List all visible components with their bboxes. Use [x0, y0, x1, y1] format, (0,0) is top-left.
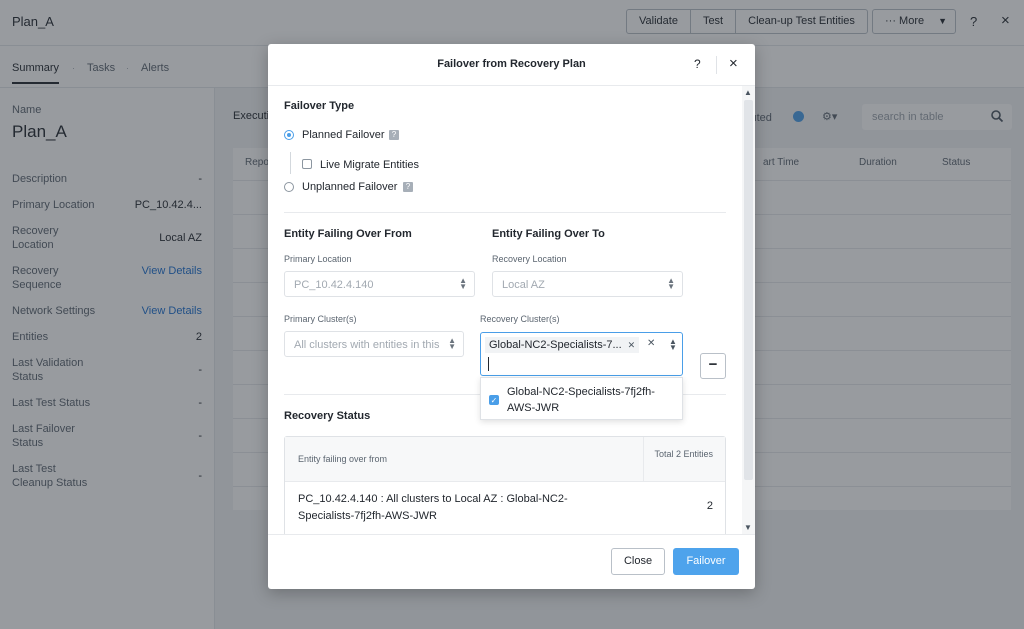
cluster-option-checkbox[interactable]: ✓	[489, 395, 499, 405]
dialog-title: Failover from Recovery Plan	[437, 58, 586, 70]
failover-type-title: Failover Type	[284, 100, 355, 112]
planned-failover-radio[interactable]	[284, 130, 294, 140]
scrollbar-thumb[interactable]	[744, 100, 753, 480]
recovery-cluster-dropdown: ✓ Global-NC2-Specialists-7fj2fh-AWS-JWR	[480, 377, 683, 420]
help-icon[interactable]: ?	[403, 182, 413, 192]
close-icon[interactable]: ×	[729, 55, 738, 72]
live-migrate-label: Live Migrate Entities	[320, 159, 420, 171]
recovery-cluster-label: Recovery Cluster(s)	[480, 314, 560, 324]
recovery-location-select[interactable]: Local AZ ▲ ▼	[492, 271, 683, 297]
remove-row-button[interactable]: −	[700, 353, 726, 379]
help-icon[interactable]: ?	[389, 130, 399, 140]
table-cell-entity: PC_10.42.4.140 : All clusters to Local A…	[298, 493, 568, 522]
chevron-down-icon[interactable]: ▼	[744, 523, 752, 532]
recovery-location-label: Recovery Location	[492, 254, 567, 264]
text-cursor	[488, 357, 489, 371]
dialog-body: Failover Type Planned Failover ? Live Mi…	[268, 86, 755, 534]
failover-button[interactable]: Failover	[673, 548, 739, 575]
planned-failover-label: Planned Failover	[302, 129, 385, 141]
recovery-cluster-multiselect[interactable]: Global-NC2-Specialists-7... ✕ ✕ ▲ ▼	[480, 332, 683, 376]
select-value: All clusters with entities in this	[294, 339, 440, 351]
clear-icon[interactable]: ✕	[647, 338, 655, 349]
table-cell-count: 2	[706, 500, 713, 512]
column-header: Total 2 Entities	[654, 449, 713, 459]
section-divider	[284, 212, 726, 213]
select-arrows-icon[interactable]: ▲ ▼	[669, 338, 677, 352]
failover-dialog: Failover from Recovery Plan ? × Failover…	[268, 44, 755, 589]
selected-cluster-chip: Global-NC2-Specialists-7... ✕	[485, 337, 640, 353]
close-button[interactable]: Close	[611, 548, 665, 575]
recovery-status-title: Recovery Status	[284, 410, 371, 422]
select-value: Local AZ	[502, 279, 545, 291]
select-value: PC_10.42.4.140	[294, 279, 374, 291]
column-header: Entity failing over from	[298, 454, 388, 464]
primary-location-label: Primary Location	[284, 254, 352, 264]
select-arrows-icon: ▲ ▼	[459, 276, 467, 291]
column-divider	[643, 437, 644, 482]
table-header: Entity failing over from Total 2 Entitie…	[285, 437, 725, 482]
dialog-footer: Close Failover	[268, 534, 755, 589]
select-arrows-icon: ▲ ▼	[667, 276, 675, 291]
remove-chip-icon[interactable]: ✕	[628, 340, 636, 350]
to-section-title: Entity Failing Over To	[492, 228, 605, 240]
chevron-up-icon[interactable]: ▲	[744, 88, 752, 97]
primary-location-select[interactable]: PC_10.42.4.140 ▲ ▼	[284, 271, 475, 297]
unplanned-failover-radio[interactable]	[284, 182, 294, 192]
indent-line	[290, 152, 291, 174]
dialog-scrollbar[interactable]: ▲ ▼	[742, 86, 755, 534]
unplanned-failover-label: Unplanned Failover	[302, 181, 398, 193]
primary-cluster-select[interactable]: All clusters with entities in this ▲ ▼	[284, 331, 464, 357]
help-icon[interactable]: ?	[694, 57, 701, 71]
cluster-option[interactable]: Global-NC2-Specialists-7fj2fh-AWS-JWR	[507, 384, 677, 416]
recovery-status-table: Entity failing over from Total 2 Entitie…	[284, 436, 726, 534]
live-migrate-checkbox[interactable]	[302, 159, 312, 169]
from-section-title: Entity Failing Over From	[284, 228, 412, 240]
chip-label: Global-NC2-Specialists-7...	[489, 339, 622, 351]
select-arrows-icon: ▲ ▼	[448, 336, 456, 351]
dialog-header: Failover from Recovery Plan ? ×	[268, 44, 755, 86]
header-divider	[716, 56, 717, 74]
primary-cluster-label: Primary Cluster(s)	[284, 314, 357, 324]
